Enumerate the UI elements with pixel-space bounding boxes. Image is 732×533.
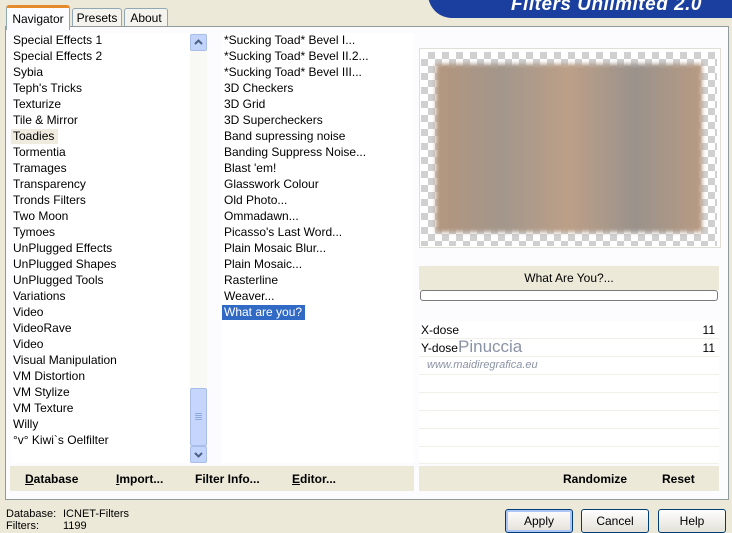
- category-item[interactable]: Willy: [11, 417, 38, 432]
- category-list[interactable]: Special Effects 1 Special Effects 2 Sybia T…: [11, 33, 191, 463]
- app-title: Filters Unlimited 2.0: [510, 0, 702, 15]
- category-item[interactable]: Tymoes: [11, 225, 55, 240]
- scroll-thumb[interactable]: [190, 388, 207, 446]
- tab-about[interactable]: About: [124, 8, 168, 27]
- cancel-button[interactable]: Cancel: [581, 509, 649, 533]
- scroll-up-button[interactable]: [190, 34, 207, 51]
- category-item[interactable]: Texturize: [11, 97, 61, 112]
- watermark-url: www.maidiregrafica.eu: [427, 359, 538, 371]
- filter-item[interactable]: *Sucking Toad* Bevel II.2...: [222, 49, 369, 64]
- filter-item[interactable]: What are you?: [222, 305, 306, 320]
- param-row-empty: [419, 411, 719, 429]
- filter-item[interactable]: Blast 'em!: [222, 161, 276, 176]
- category-item[interactable]: Tormentia: [11, 145, 66, 160]
- filter-item[interactable]: Banding Suppress Noise...: [222, 145, 366, 160]
- category-item[interactable]: UnPlugged Tools: [11, 273, 104, 288]
- category-item[interactable]: Two Moon: [11, 209, 68, 224]
- status-database-label: Database:: [6, 508, 57, 520]
- filter-item[interactable]: Rasterline: [222, 273, 278, 288]
- filter-title: What Are You?...: [524, 271, 614, 285]
- category-item[interactable]: Tile & Mirror: [11, 113, 78, 128]
- category-item[interactable]: Teph's Tricks: [11, 81, 82, 96]
- filter-item[interactable]: 3D Supercheckers: [222, 113, 323, 128]
- category-item[interactable]: Sybia: [11, 65, 43, 80]
- scroll-down-button[interactable]: [190, 446, 207, 463]
- category-item[interactable]: UnPlugged Shapes: [11, 257, 116, 272]
- filter-item[interactable]: Band supressing noise: [222, 129, 345, 144]
- filter-title-bar: What Are You?...: [419, 266, 719, 290]
- filter-item[interactable]: 3D Checkers: [222, 81, 293, 96]
- preview-image: [436, 64, 702, 232]
- category-item[interactable]: Tronds Filters: [11, 193, 86, 208]
- category-item[interactable]: Variations: [11, 289, 65, 304]
- category-item[interactable]: VM Texture: [11, 401, 73, 416]
- left-button-bar: Database Import... Filter Info... Editor…: [10, 466, 414, 491]
- category-scrollbar[interactable]: [190, 33, 207, 463]
- param-row-empty: [419, 429, 719, 447]
- title-banner: Filters Unlimited 2.0: [428, 0, 732, 18]
- param-row-empty: [419, 393, 719, 411]
- filter-item[interactable]: Glasswork Colour: [222, 177, 319, 192]
- category-item[interactable]: Special Effects 1: [11, 33, 102, 48]
- filter-item[interactable]: Weaver...: [222, 289, 274, 304]
- filter-item[interactable]: Ommadawn...: [222, 209, 299, 224]
- category-item[interactable]: °v° Kiwi`s Oelfilter: [11, 433, 109, 448]
- filter-item[interactable]: *Sucking Toad* Bevel I...: [222, 33, 355, 48]
- category-item[interactable]: Visual Manipulation: [11, 353, 117, 368]
- param-row-empty: [419, 375, 719, 393]
- category-item[interactable]: Transparency: [11, 177, 86, 192]
- category-item[interactable]: Tramages: [11, 161, 67, 176]
- chevron-up-icon: [194, 39, 203, 45]
- tab-navigator[interactable]: Navigator: [6, 5, 70, 30]
- filter-item[interactable]: 3D Grid: [222, 97, 265, 112]
- category-item[interactable]: Video: [11, 337, 43, 352]
- param-row-empty: [419, 447, 719, 464]
- status-filters-label: Filters:: [6, 520, 39, 532]
- apply-button[interactable]: Apply: [505, 509, 573, 533]
- param-name: Y-dose: [421, 341, 458, 355]
- category-item[interactable]: VM Distortion: [11, 369, 85, 384]
- param-name: X-dose: [421, 323, 460, 337]
- category-item[interactable]: Toadies: [11, 129, 59, 144]
- filter-list[interactable]: *Sucking Toad* Bevel I... *Sucking Toad* …: [222, 33, 414, 463]
- filter-info-button[interactable]: Filter Info...: [195, 472, 260, 486]
- category-item[interactable]: Video: [11, 305, 43, 320]
- category-item[interactable]: VideoRave: [11, 321, 72, 336]
- tab-presets[interactable]: Presets: [72, 8, 122, 27]
- database-button[interactable]: Database: [25, 472, 78, 486]
- filter-item[interactable]: Old Photo...: [222, 193, 287, 208]
- filter-item[interactable]: *Sucking Toad* Bevel III...: [222, 65, 362, 80]
- category-item[interactable]: Special Effects 2: [11, 49, 102, 64]
- filter-item[interactable]: Plain Mosaic...: [222, 257, 302, 272]
- category-item[interactable]: UnPlugged Effects: [11, 241, 112, 256]
- status-database-value: ICNET-Filters: [63, 508, 129, 520]
- chevron-down-icon: [194, 452, 203, 458]
- reset-button[interactable]: Reset: [662, 472, 695, 486]
- watermark-name: Pinuccia: [458, 337, 523, 356]
- filter-item[interactable]: Plain Mosaic Blur...: [222, 241, 326, 256]
- category-item[interactable]: VM Stylize: [11, 385, 70, 400]
- status-filters-value: 1199: [63, 520, 87, 532]
- filter-item[interactable]: Picasso's Last Word...: [222, 225, 342, 240]
- randomize-button[interactable]: Randomize: [563, 472, 627, 486]
- progress-bar: [420, 290, 718, 301]
- right-button-bar: Randomize Reset: [419, 466, 719, 491]
- import-button[interactable]: Import...: [116, 472, 163, 486]
- editor-button[interactable]: Editor...: [292, 472, 336, 486]
- param-value[interactable]: 11: [703, 341, 715, 355]
- param-value[interactable]: 11: [703, 323, 715, 337]
- help-button[interactable]: Help: [658, 509, 726, 533]
